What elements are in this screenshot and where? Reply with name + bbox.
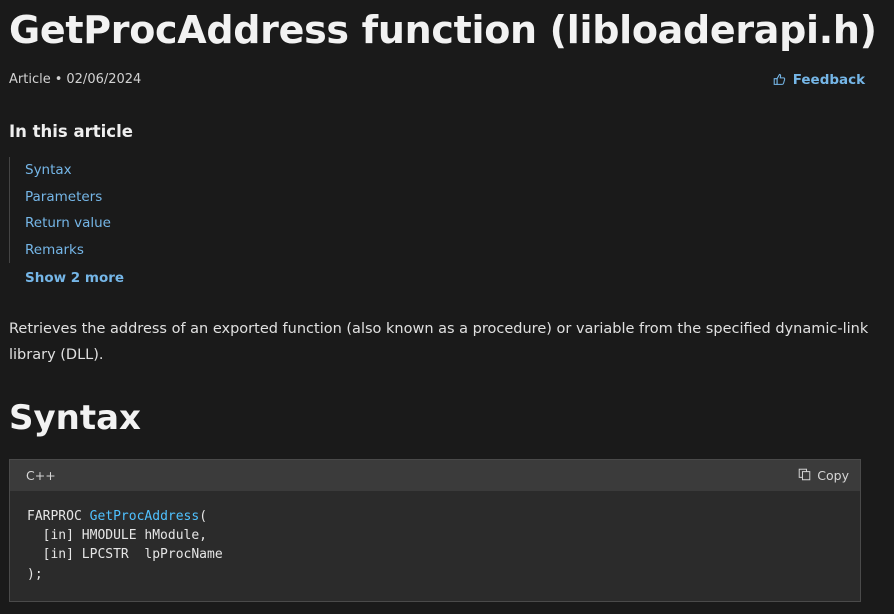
show-more-button[interactable]: Show 2 more: [25, 270, 124, 286]
feedback-label: Feedback: [792, 72, 866, 88]
toc-link-syntax[interactable]: Syntax: [25, 157, 111, 184]
article-type: Article: [9, 72, 51, 87]
toc-link-parameters[interactable]: Parameters: [25, 184, 111, 211]
feedback-button[interactable]: Feedback: [773, 72, 865, 88]
toc-heading: In this article: [9, 122, 133, 141]
description: Retrieves the address of an exported fun…: [9, 321, 869, 363]
code-param-hmodule: [in] HMODULE hModule,: [27, 528, 208, 544]
code-content: FARPROC GetProcAddress( [in] HMODULE hMo…: [10, 491, 860, 600]
article-meta: Article • 02/06/2024: [9, 72, 141, 87]
code-header: C++ Copy: [10, 460, 860, 491]
copy-button[interactable]: Copy: [798, 468, 849, 484]
docs-page: GetProcAddress function (libloaderapi.h)…: [0, 0, 894, 614]
meta-separator: •: [54, 72, 63, 87]
toc-link-return-value[interactable]: Return value: [25, 210, 111, 237]
code-function-name: GetProcAddress: [89, 509, 200, 524]
copy-icon: [798, 468, 811, 484]
code-close: );: [27, 566, 43, 582]
page-title: GetProcAddress function (libloaderapi.h): [9, 8, 877, 52]
code-open-paren: (: [199, 509, 208, 524]
toc-list: Syntax Parameters Return value Remarks: [9, 157, 111, 263]
code-param-lpprocname: [in] LPCSTR lpProcName: [27, 547, 223, 563]
code-return-type: FARPROC: [27, 509, 82, 524]
article-date: 02/06/2024: [66, 72, 142, 87]
thumbs-up-icon: [773, 72, 788, 88]
syntax-heading: Syntax: [9, 398, 141, 438]
code-language: C++: [26, 468, 56, 483]
toc-link-remarks[interactable]: Remarks: [25, 237, 111, 264]
code-block: C++ Copy FARPROC GetProcAddress( [in] HM…: [9, 459, 861, 602]
copy-label: Copy: [817, 468, 849, 483]
